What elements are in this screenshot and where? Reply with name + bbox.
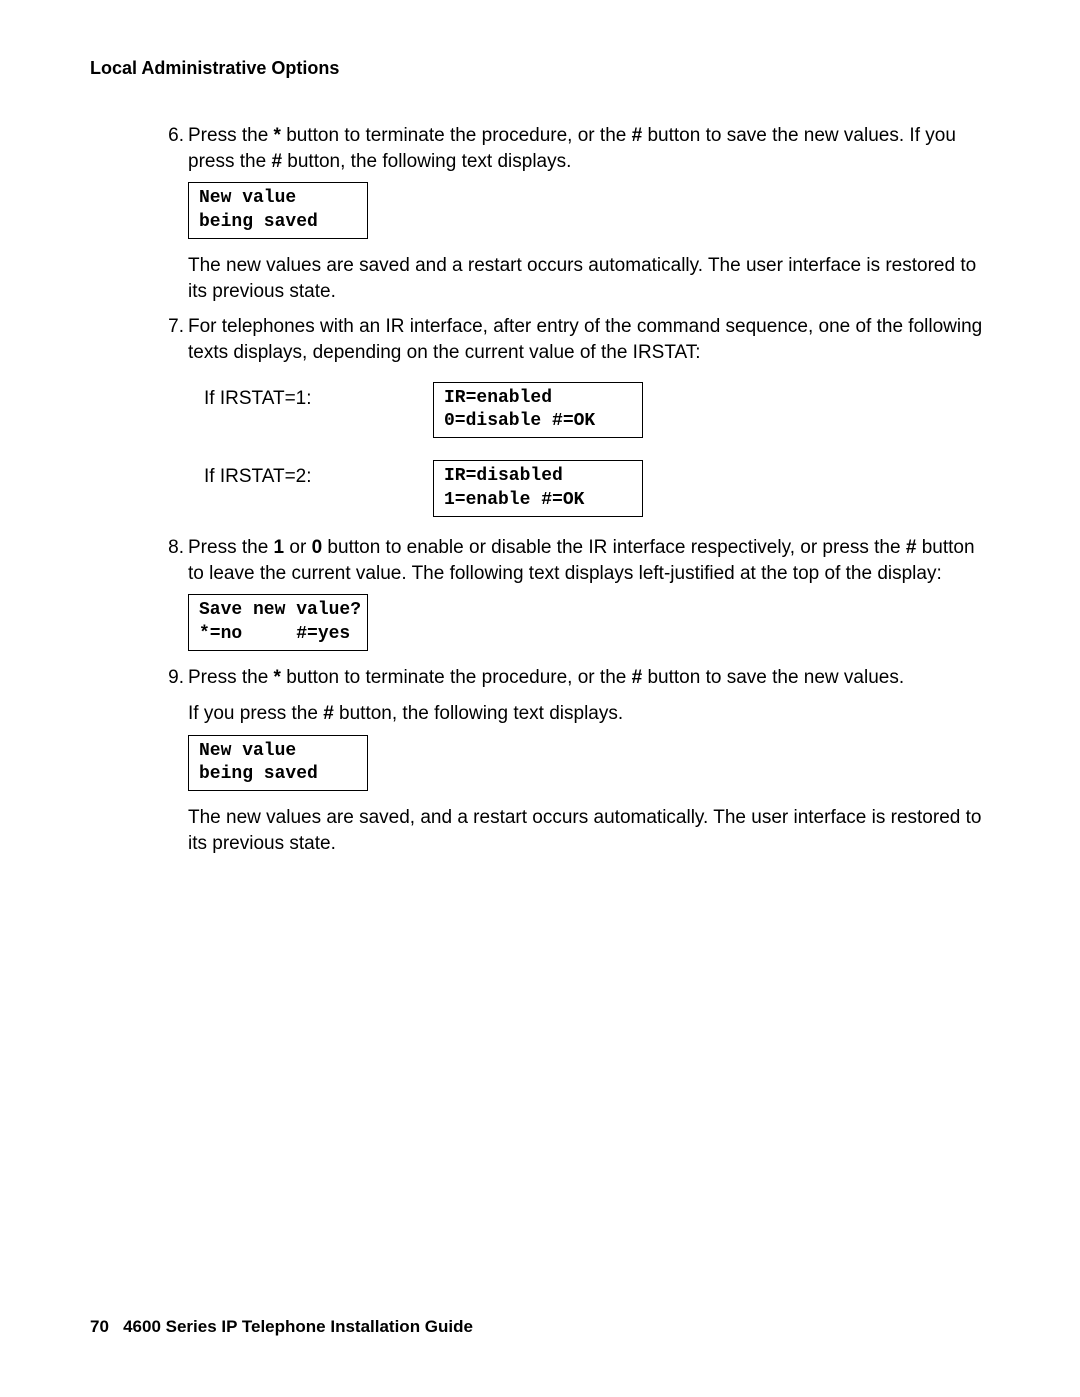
text: button to save the new values. [642, 667, 904, 688]
footer-title: 4600 Series IP Telephone Installation Gu… [123, 1317, 473, 1336]
irstat-label-2: If IRSTAT=2: [188, 460, 433, 490]
step-6-followup: The new values are saved and a restart o… [158, 253, 990, 304]
display-box-wrapper: New value being saved [188, 735, 990, 792]
text: button to terminate the procedure, or th… [281, 125, 632, 146]
content-area: 6. Press the * button to terminate the p… [90, 123, 990, 857]
hash-key: # [271, 151, 282, 172]
hash-key: # [632, 125, 643, 146]
text: button to terminate the procedure, or th… [281, 667, 632, 688]
page: Local Administrative Options 6. Press th… [0, 0, 1080, 1397]
step-number: 6. [158, 123, 188, 174]
page-header-title: Local Administrative Options [90, 58, 990, 79]
step-number: 8. [158, 535, 188, 586]
text: button to enable or disable the IR inter… [322, 537, 906, 558]
irstat-row-1: If IRSTAT=1: IR=enabled 0=disable #=OK [188, 382, 990, 439]
step-7: 7. For telephones with an IR interface, … [158, 314, 990, 365]
text: If you press the [188, 703, 323, 724]
text: Press the [188, 537, 274, 558]
display-box-new-value-2: New value being saved [188, 735, 368, 792]
step-number: 7. [158, 314, 188, 365]
irstat-row-2: If IRSTAT=2: IR=disabled 1=enable #=OK [188, 460, 990, 517]
display-box-wrapper: New value being saved [188, 182, 990, 239]
text: or [284, 537, 311, 558]
hash-key: # [906, 537, 917, 558]
display-box-new-value: New value being saved [188, 182, 368, 239]
hash-key: # [632, 667, 643, 688]
display-box-wrapper: Save new value? *=no #=yes [188, 594, 990, 651]
step-number: 9. [158, 665, 188, 691]
step-6: 6. Press the * button to terminate the p… [158, 123, 990, 174]
irstat-rows: If IRSTAT=1: IR=enabled 0=disable #=OK I… [158, 382, 990, 518]
step-9: 9. Press the * button to terminate the p… [158, 665, 990, 691]
display-box-irstat2: IR=disabled 1=enable #=OK [433, 460, 643, 517]
star-key: * [274, 667, 281, 688]
step-body: For telephones with an IR interface, aft… [188, 314, 990, 365]
step-body: Press the * button to terminate the proc… [188, 665, 990, 691]
text: button, the following text displays. [282, 151, 571, 172]
one-key: 1 [274, 537, 285, 558]
step-9-followup: The new values are saved, and a restart … [158, 805, 990, 856]
irstat-label-1: If IRSTAT=1: [188, 382, 433, 412]
hash-key: # [323, 703, 334, 724]
page-footer: 70 4600 Series IP Telephone Installation… [90, 1317, 473, 1337]
step-body: Press the 1 or 0 button to enable or dis… [188, 535, 990, 586]
star-key: * [274, 125, 281, 146]
zero-key: 0 [312, 537, 323, 558]
text: Press the [188, 667, 274, 688]
text: Press the [188, 125, 274, 146]
text: button, the following text displays. [334, 703, 623, 724]
step-8: 8. Press the 1 or 0 button to enable or … [158, 535, 990, 586]
display-box-irstat1: IR=enabled 0=disable #=OK [433, 382, 643, 439]
display-box-save-prompt: Save new value? *=no #=yes [188, 594, 368, 651]
step-body: Press the * button to terminate the proc… [188, 123, 990, 174]
page-number: 70 [90, 1317, 109, 1336]
step-9-line2: If you press the # button, the following… [158, 701, 990, 727]
